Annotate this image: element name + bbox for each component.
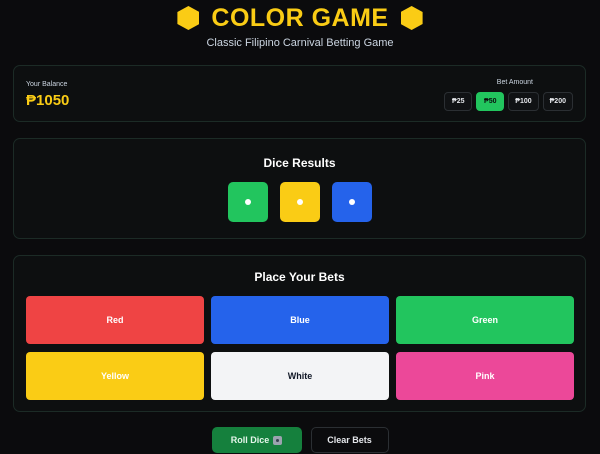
die-yellow: [279, 182, 320, 222]
dice-results-panel: Dice Results: [13, 138, 586, 239]
bet-white-button[interactable]: White: [211, 352, 389, 400]
die-green: [227, 182, 268, 222]
hexagon-icon: [400, 6, 423, 30]
bet-amount-option[interactable]: ₱25: [444, 92, 473, 111]
bet-amount-option[interactable]: ₱200: [542, 92, 573, 111]
balance-label: Your Balance: [26, 81, 68, 88]
place-bets-panel: Place Your Bets Red Blue Green Yellow Wh…: [13, 255, 586, 412]
title-row: COLOR GAME: [0, 3, 600, 33]
die-blue: [331, 182, 372, 222]
bet-grid: Red Blue Green Yellow White Pink: [26, 296, 575, 400]
bet-green-button[interactable]: Green: [396, 296, 574, 344]
bet-red-button[interactable]: Red: [26, 296, 204, 344]
bet-amount-option[interactable]: ₱100: [508, 92, 539, 111]
page-title: COLOR GAME: [211, 3, 389, 32]
bet-pink-button[interactable]: Pink: [396, 352, 574, 400]
bet-yellow-button[interactable]: Yellow: [26, 352, 204, 400]
action-bar: Roll Dice Clear Bets: [0, 427, 600, 453]
balance-value: ₱1050: [26, 92, 70, 109]
bet-blue-button[interactable]: Blue: [211, 296, 389, 344]
die-pip: [296, 199, 303, 205]
balance-panel: Your Balance ₱1050 Bet Amount ₱25 ₱50 ₱1…: [13, 65, 586, 122]
roll-dice-button[interactable]: Roll Dice: [211, 427, 302, 453]
roll-dice-label: Roll Dice: [230, 435, 270, 445]
bet-amount-option-selected[interactable]: ₱50: [476, 92, 505, 111]
bet-amount-options: ₱25 ₱50 ₱100 ₱200: [444, 92, 573, 111]
clear-bets-button[interactable]: Clear Bets: [310, 427, 389, 453]
place-bets-title: Place Your Bets: [254, 270, 345, 284]
dice-icon: [273, 435, 283, 445]
header: COLOR GAME Classic Filipino Carnival Bet…: [0, 0, 600, 60]
hexagon-icon: [177, 6, 200, 30]
bet-amount-label: Bet Amount: [496, 79, 533, 86]
die-pip: [244, 199, 251, 205]
dice-row: [14, 182, 585, 222]
die-pip: [348, 199, 355, 205]
page-subtitle: Classic Filipino Carnival Betting Game: [206, 37, 394, 49]
dice-results-title: Dice Results: [263, 156, 336, 170]
